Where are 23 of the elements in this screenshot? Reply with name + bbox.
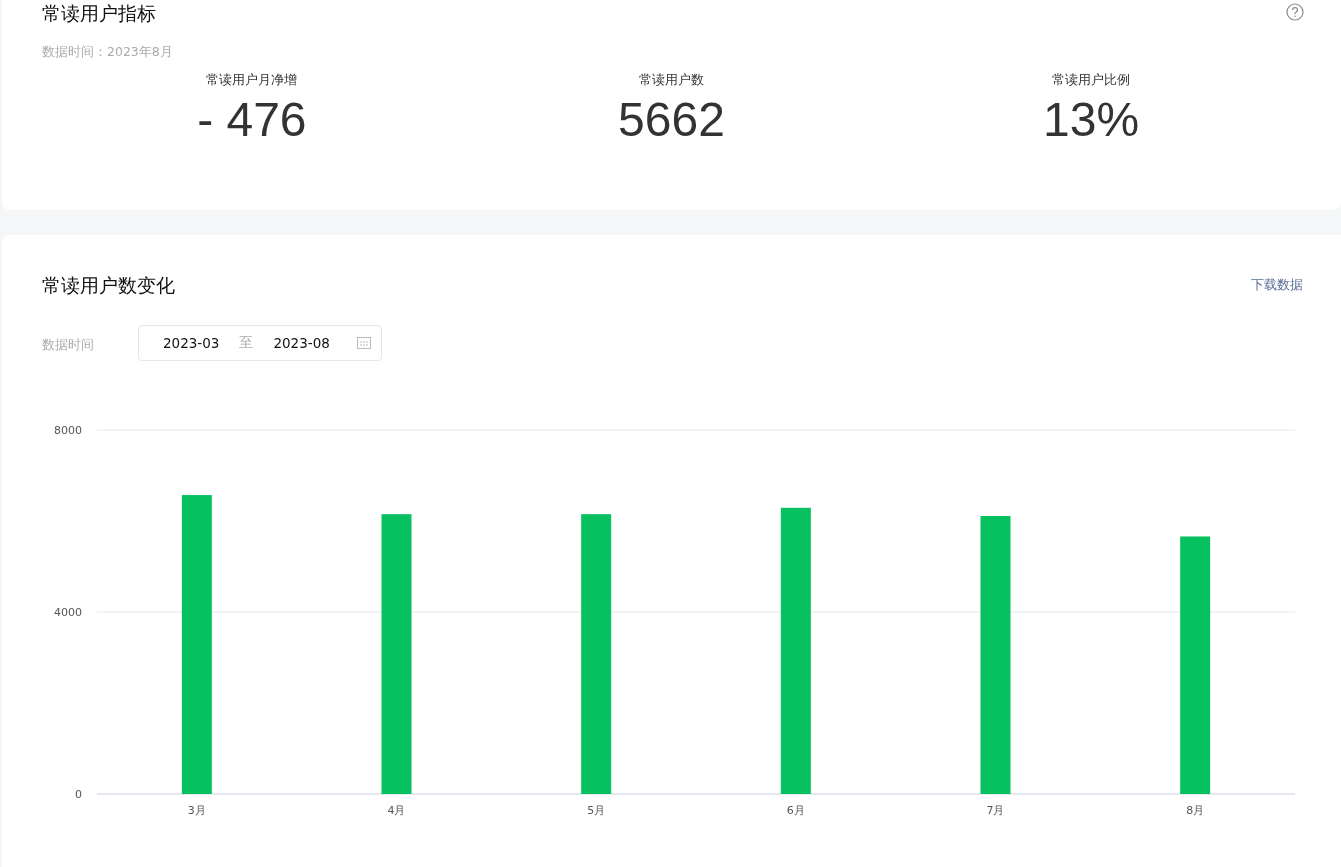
y-axis-label: 0 bbox=[75, 788, 82, 801]
help-icon[interactable] bbox=[1286, 3, 1304, 21]
y-axis-label: 8000 bbox=[54, 424, 82, 437]
card-title: 常读用户数变化 bbox=[42, 273, 175, 297]
metric-value: - 476 bbox=[197, 92, 307, 148]
metric-value: 5662 bbox=[618, 92, 725, 148]
y-axis-label: 4000 bbox=[54, 606, 82, 619]
download-link[interactable]: 下载数据 bbox=[1251, 276, 1303, 294]
metric-label: 常读用户数 bbox=[639, 71, 704, 89]
metric-label: 常读用户比例 bbox=[1052, 71, 1131, 89]
x-axis-label: 5月 bbox=[587, 804, 606, 817]
data-time: 数据时间：2023年8月 bbox=[42, 44, 173, 61]
card-title: 常读用户指标 bbox=[42, 1, 156, 25]
date-range-picker[interactable]: 2023-03 至 2023-08 bbox=[138, 325, 382, 361]
x-axis-label: 7月 bbox=[986, 804, 1005, 817]
metric-label: 常读用户月净增 bbox=[206, 71, 298, 89]
filter-label: 数据时间 bbox=[42, 336, 95, 354]
calendar-icon bbox=[357, 337, 371, 349]
x-axis-label: 8月 bbox=[1186, 804, 1205, 817]
x-axis-label: 3月 bbox=[187, 804, 206, 817]
metric-value: 13% bbox=[1043, 92, 1140, 148]
x-axis-label: 4月 bbox=[387, 804, 406, 817]
x-axis-label: 6月 bbox=[786, 804, 805, 817]
